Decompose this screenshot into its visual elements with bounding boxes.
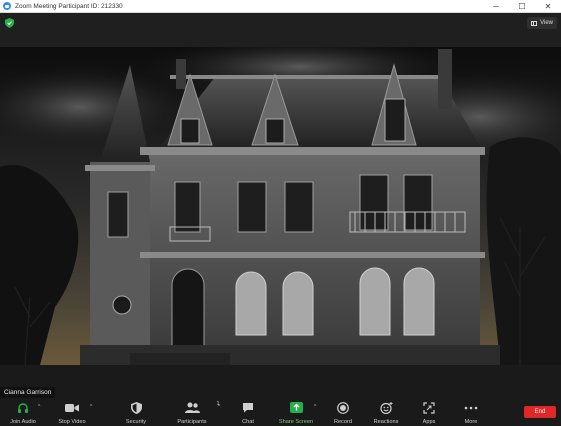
security-shield-icon — [130, 401, 142, 414]
headphones-icon — [18, 402, 28, 413]
apps-icon — [423, 401, 435, 414]
security-button[interactable]: Security — [113, 401, 159, 425]
record-button[interactable]: Record — [320, 401, 366, 425]
video-frame-mansion — [0, 47, 561, 365]
view-button[interactable]: View — [527, 17, 557, 29]
window-controls: ─ ☐ ✕ — [483, 0, 561, 13]
grid-icon — [531, 20, 538, 26]
reactions-label: Reactions — [373, 419, 399, 425]
participants-icon — [184, 402, 200, 413]
maximize-button[interactable]: ☐ — [509, 0, 535, 13]
chat-bubble-icon — [243, 403, 253, 413]
security-label: Security — [125, 419, 147, 425]
chat-label: Chat — [242, 419, 254, 425]
chat-button[interactable]: Chat — [225, 401, 271, 425]
participant-video — [0, 47, 561, 365]
video-camera-icon — [65, 403, 79, 412]
encryption-shield-icon[interactable] — [5, 18, 14, 28]
share-screen-icon — [289, 402, 303, 413]
apps-label: Apps — [422, 419, 436, 425]
stop-video-label: Stop Video — [58, 419, 86, 425]
audio-options-caret-icon[interactable]: ^ — [38, 404, 40, 410]
participants-label: Participants — [177, 419, 207, 425]
share-options-caret-icon[interactable]: ^ — [314, 404, 316, 410]
reactions-button[interactable]: Reactions — [363, 401, 409, 425]
reactions-smiley-icon — [379, 401, 392, 414]
share-screen-label: Share Screen — [278, 419, 314, 425]
close-button[interactable]: ✕ — [535, 0, 561, 13]
window-title: Zoom Meeting Participant ID: 212330 — [15, 2, 123, 10]
join-audio-label: Join Audio — [10, 419, 36, 425]
participants-button[interactable]: 1 Participants — [169, 401, 219, 425]
end-meeting-button[interactable]: End — [524, 406, 556, 418]
stop-video-button[interactable]: Stop Video — [49, 401, 95, 425]
more-label: More — [464, 419, 478, 425]
participant-name-label: Cianna Garrison — [0, 387, 56, 398]
meeting-toolbar: Join Audio ^ Stop Video ^ Security 1 Par… — [0, 398, 561, 426]
participants-caret-icon[interactable]: ^ — [218, 404, 220, 410]
apps-button[interactable]: Apps — [406, 401, 452, 425]
record-label: Record — [333, 419, 353, 425]
view-label: View — [540, 20, 553, 26]
window-titlebar: Zoom Meeting Participant ID: 212330 ─ ☐ … — [0, 0, 561, 13]
more-button[interactable]: More — [448, 401, 494, 425]
share-screen-button[interactable]: Share Screen — [273, 401, 319, 425]
meeting-top-bar: View — [0, 13, 561, 47]
more-dots-icon — [464, 406, 478, 409]
video-options-caret-icon[interactable]: ^ — [90, 404, 92, 410]
zoom-app-icon — [3, 2, 11, 10]
record-icon — [337, 401, 349, 414]
minimize-button[interactable]: ─ — [483, 0, 509, 13]
